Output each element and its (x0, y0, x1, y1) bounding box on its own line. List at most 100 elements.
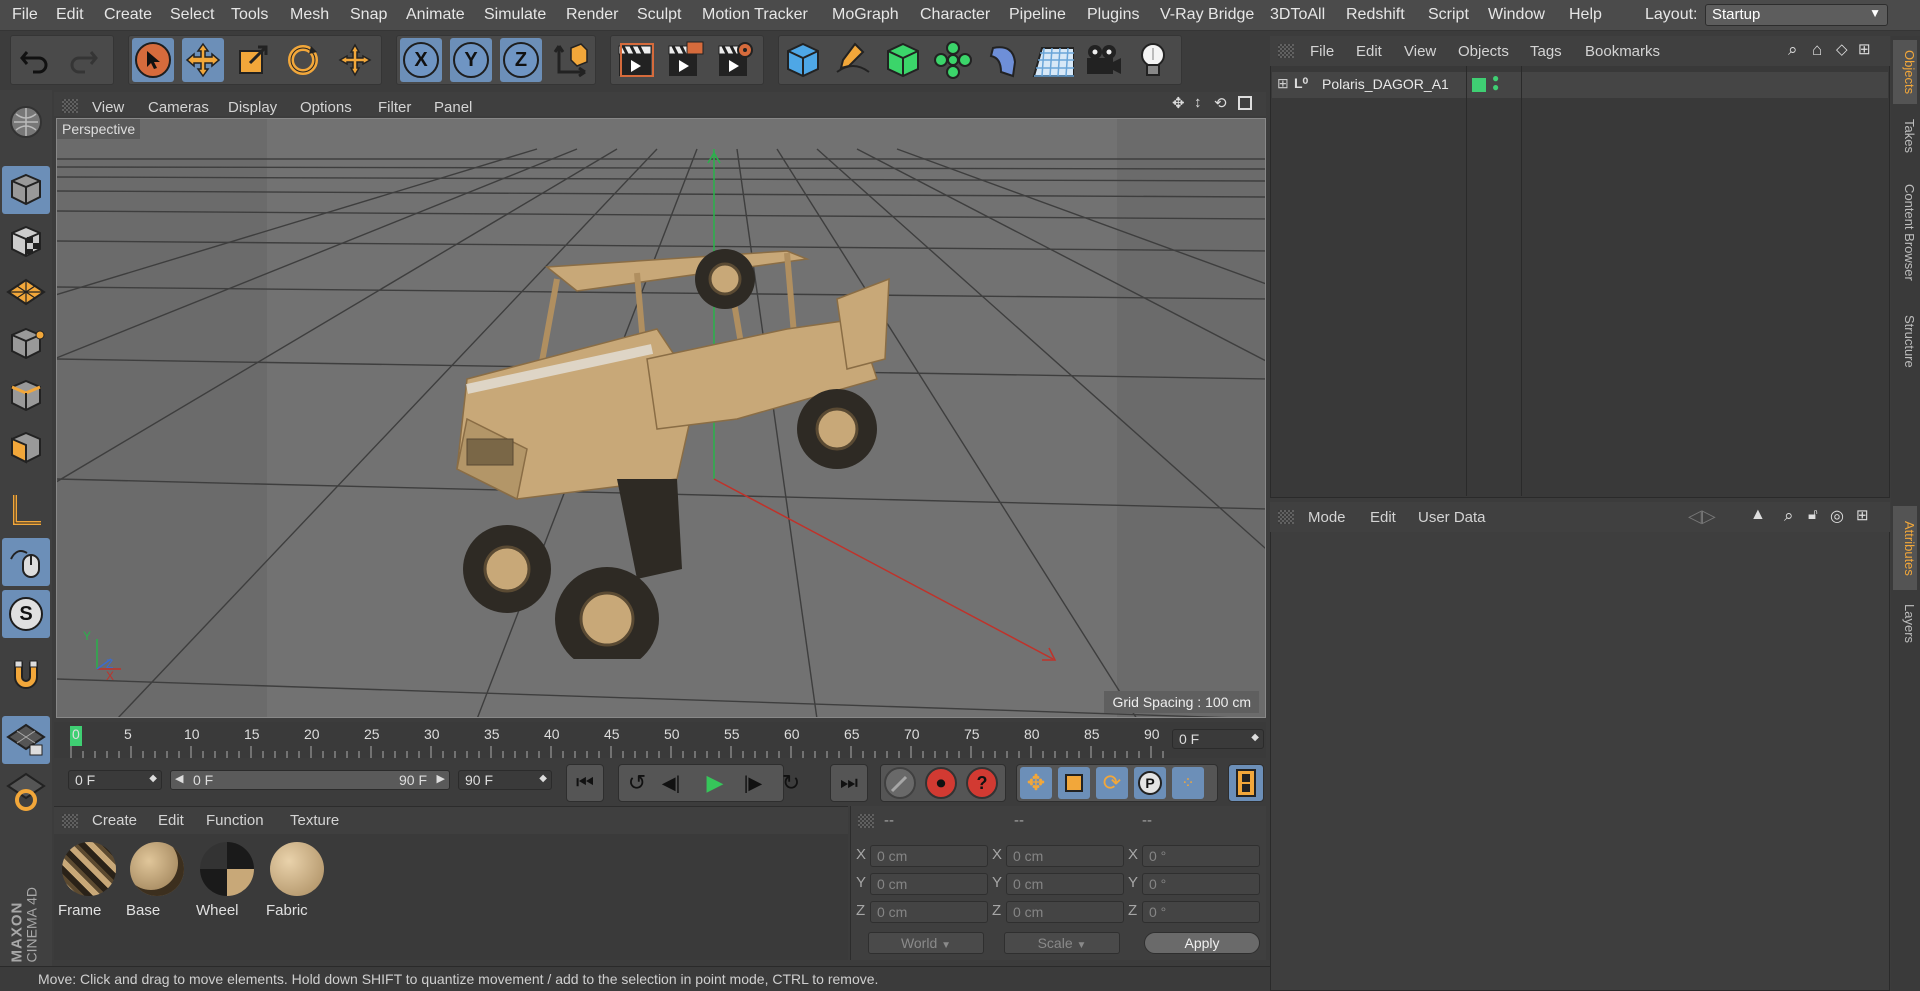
rotate-tool-button[interactable] (282, 38, 324, 82)
menu-simulate[interactable]: Simulate (484, 6, 546, 24)
planar-workplane-button[interactable] (2, 768, 50, 816)
material-fabric[interactable]: Fabric (266, 840, 328, 922)
viewport-menu-cameras[interactable]: Cameras (148, 99, 209, 116)
object-row[interactable]: ⊞ L⁰ Polaris_DAGOR_A1 ● ● (1272, 72, 1888, 98)
size-x-field[interactable]: 0 cm (1006, 845, 1124, 867)
coordinate-system-button[interactable] (550, 38, 592, 82)
size-z-field[interactable]: 0 cm (1006, 901, 1124, 923)
rotation-h-field[interactable]: 0 ° (1142, 845, 1260, 867)
material-menu-function[interactable]: Function (206, 812, 264, 829)
material-grip-icon[interactable] (62, 814, 78, 828)
layer-color-swatch[interactable] (1472, 78, 1486, 92)
keyframe-selection-button[interactable]: ? (966, 767, 998, 799)
material-menu-texture[interactable]: Texture (290, 812, 339, 829)
go-to-end-button[interactable]: ⏭ (830, 764, 868, 802)
menu-animate[interactable]: Animate (406, 6, 465, 24)
tab-takes[interactable]: Takes (1893, 112, 1917, 160)
x-axis-toggle[interactable]: X (400, 38, 442, 82)
expand-icon[interactable]: ⊞ (1277, 75, 1289, 92)
deformer-button[interactable] (982, 38, 1024, 82)
zoom-view-icon[interactable]: ↕ (1194, 94, 1202, 111)
make-editable-button[interactable] (2, 98, 50, 146)
tab-content-browser[interactable]: Content Browser (1893, 170, 1917, 294)
next-frame-button[interactable]: |▶ (738, 768, 768, 798)
menu-motion-tracker[interactable]: Motion Tracker (702, 6, 808, 24)
menu-plugins[interactable]: Plugins (1087, 6, 1139, 24)
timeline-window-button[interactable] (1228, 764, 1264, 802)
vehicle-model[interactable] (437, 239, 977, 659)
range-left-arrow-icon[interactable]: ◀ (175, 772, 183, 785)
workplane-mode-button[interactable] (2, 268, 50, 316)
search-icon[interactable]: ⌕ (1788, 40, 1798, 60)
attributes-menu-mode[interactable]: Mode (1308, 509, 1346, 526)
texture-mode-button[interactable] (2, 218, 50, 266)
stepper-icon[interactable]: ◆ (539, 773, 547, 784)
next-key-button[interactable]: ↻ (776, 768, 806, 798)
size-y-field[interactable]: 0 cm (1006, 873, 1124, 895)
tab-attributes[interactable]: Attributes (1893, 506, 1917, 590)
objects-menu-view[interactable]: View (1404, 43, 1436, 60)
previous-frame-button[interactable]: ◀| (656, 768, 686, 798)
viewport-menu-display[interactable]: Display (228, 99, 277, 116)
menu-help[interactable]: Help (1569, 6, 1602, 24)
menu-file[interactable]: File (12, 6, 38, 24)
render-settings-button[interactable] (714, 38, 756, 82)
end-frame-field[interactable]: 90 F ◆ (458, 770, 552, 790)
viewport-grip-icon[interactable] (62, 99, 78, 113)
column-divider[interactable] (1521, 66, 1522, 496)
maximize-panel-icon[interactable]: ⊞ (1856, 506, 1869, 524)
maximize-panel-icon[interactable]: ⊞ (1858, 40, 1871, 58)
timeline-ruler[interactable]: 0 5 10 15 20 25 30 35 40 45 50 55 60 65 70 75 80 85 90 (54, 722, 1266, 758)
menu-create[interactable]: Create (104, 6, 152, 24)
z-axis-toggle[interactable]: Z (500, 38, 542, 82)
position-x-field[interactable]: 0 cm (870, 845, 988, 867)
size-mode-dropdown[interactable]: Scale ▼ (1004, 932, 1120, 954)
up-arrow-icon[interactable]: ▲ (1750, 506, 1766, 524)
pen-spline-button[interactable] (832, 38, 874, 82)
material-frame[interactable]: Frame (58, 840, 120, 922)
viewport-menu-view[interactable]: View (92, 99, 124, 116)
objects-menu-objects[interactable]: Objects (1458, 43, 1509, 60)
move-tool-button[interactable] (182, 38, 224, 82)
object-grip-icon[interactable] (1278, 44, 1294, 58)
nav-arrows-icon[interactable]: ◁▷ (1688, 506, 1716, 527)
floor-button[interactable] (1032, 38, 1074, 82)
pan-view-icon[interactable]: ✥ (1172, 94, 1185, 112)
stepper-icon[interactable]: ◆ (1251, 732, 1259, 743)
key-position-toggle[interactable]: ✥ (1020, 767, 1052, 799)
undo-button[interactable] (14, 38, 56, 82)
render-picture-viewer-button[interactable] (664, 38, 706, 82)
key-pla-toggle[interactable]: ⁘ (1172, 767, 1204, 799)
locked-workplane-button[interactable] (2, 716, 50, 764)
go-to-start-button[interactable]: ⏮ (566, 764, 604, 802)
preview-range-slider[interactable]: ◀ 0 F 90 F ▶ (170, 770, 450, 790)
y-axis-toggle[interactable]: Y (450, 38, 492, 82)
apply-button[interactable]: Apply (1144, 932, 1260, 954)
render-view-button[interactable] (614, 38, 656, 82)
viewport-canvas[interactable]: Perspective Y Z X Grid Spacing : 100 cm (56, 118, 1266, 718)
solo-mode-button[interactable]: S (2, 590, 50, 638)
lock-icon[interactable]: 🔓︎ (1808, 506, 1818, 523)
menu-snap[interactable]: Snap (350, 6, 387, 24)
position-z-field[interactable]: 0 cm (870, 901, 988, 923)
material-menu-create[interactable]: Create (92, 812, 137, 829)
layout-select[interactable]: Startup ▼ (1705, 4, 1888, 26)
points-mode-button[interactable] (2, 320, 50, 368)
rotation-b-field[interactable]: 0 ° (1142, 901, 1260, 923)
menu-pipeline[interactable]: Pipeline (1009, 6, 1066, 24)
menu-sculpt[interactable]: Sculpt (637, 6, 681, 24)
model-mode-button[interactable] (2, 166, 50, 214)
coordinate-mode-dropdown[interactable]: World ▼ (868, 932, 984, 954)
position-y-field[interactable]: 0 cm (870, 873, 988, 895)
rotate-view-icon[interactable]: ⟲ (1214, 94, 1227, 112)
camera-label[interactable]: Perspective (57, 119, 141, 139)
subdivision-button[interactable] (882, 38, 924, 82)
snap-button[interactable] (2, 652, 50, 700)
record-active-objects-button[interactable] (884, 767, 916, 799)
start-frame-field[interactable]: 0 F ◆ (68, 770, 162, 790)
camera-button[interactable] (1082, 38, 1124, 82)
previous-key-button[interactable]: ↺ (622, 768, 652, 798)
menu-edit[interactable]: Edit (56, 6, 84, 24)
play-button[interactable]: ▶ (700, 768, 730, 798)
key-scale-toggle[interactable] (1058, 767, 1090, 799)
